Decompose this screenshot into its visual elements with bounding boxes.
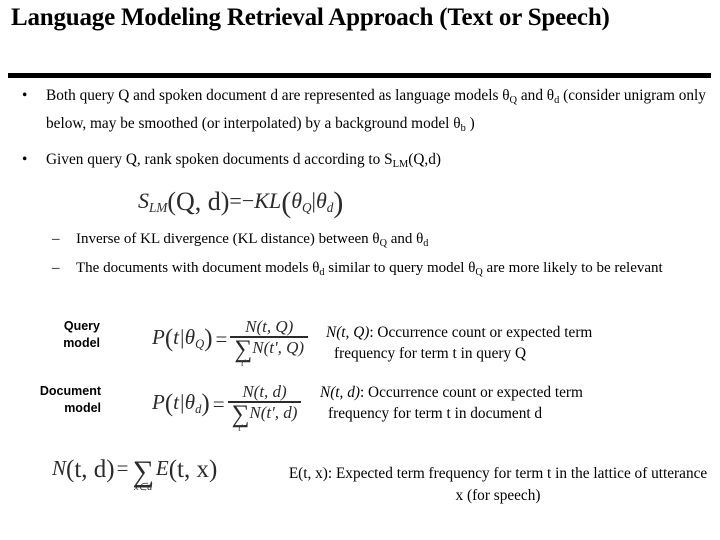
sub-bullet-list: – Inverse of KL divergence (KL distance)… xyxy=(8,228,708,286)
document-model-label-line2: model xyxy=(64,401,101,415)
list-item: • Both query Q and spoken document d are… xyxy=(8,84,708,141)
dash-marker: – xyxy=(52,231,60,247)
summation-index: t' xyxy=(238,423,243,434)
slm-subscript: LM xyxy=(392,158,409,170)
summation-index: t' xyxy=(241,358,246,369)
list-item: – Inverse of KL divergence (KL distance)… xyxy=(8,228,708,255)
list-item: • Given query Q, rank spoken documents d… xyxy=(8,148,708,176)
sub-bullet-text-1: Inverse of KL divergence (KL distance) b… xyxy=(76,231,429,249)
minus-sign: − xyxy=(241,188,255,213)
e-symbol: E xyxy=(155,456,169,480)
query-explain-line1: : Occurrence count or expected term xyxy=(369,324,593,341)
expected-count-formula: N(t, d)= ∑ x∈d E(t, x) xyxy=(52,455,218,493)
expected-term-explanation: E(t, x): Expected term frequency for ter… xyxy=(288,463,708,507)
theta-q-subscript: Q xyxy=(475,266,483,278)
dash-marker: – xyxy=(52,259,60,276)
query-explanation: N(t, Q): Occurrence count or expected te… xyxy=(326,322,716,364)
query-model-label-line1: Query xyxy=(63,319,100,333)
slm-arguments: (Q, d) xyxy=(167,187,230,216)
document-numerator: N(t, d) xyxy=(242,382,287,401)
slm-formula: SLM(Q, d)=−KL(θQ|θd) xyxy=(138,186,343,220)
theta-q-symbol: θ xyxy=(291,188,302,213)
n-arguments: (t, d) xyxy=(66,456,115,483)
bullet-marker: • xyxy=(22,87,28,104)
document-model-label-line1: Document xyxy=(39,384,101,398)
list-item: – The documents with document models θd … xyxy=(8,257,708,284)
theta-d-symbol: θ xyxy=(315,188,327,213)
n-symbol: N xyxy=(52,456,67,480)
query-explain-line2: frequency for term t in query Q xyxy=(334,345,526,362)
query-model-formula: P(t|θQ) = N(t, Q) ∑ t' N(t', Q) xyxy=(152,317,309,369)
equals-sign: = xyxy=(212,391,225,416)
close-paren: ) xyxy=(333,186,344,219)
document-model-formula: P(t|θd) = N(t, d) ∑ t' N(t', d) xyxy=(152,382,302,434)
expected-explain-line1: E(t, x): Expected term frequency for ter… xyxy=(288,465,590,482)
document-explain-line2: frequency for term t in document d xyxy=(328,405,543,422)
summation-index: x∈d xyxy=(134,481,153,493)
document-formula-lhs: P(t|θd) xyxy=(152,390,210,418)
query-formula-row: P(t|θQ) = N(t, Q) ∑ t' N(t', Q) xyxy=(152,317,309,369)
slm-symbol: S xyxy=(138,188,149,213)
document-explain-math: N(t, d) xyxy=(320,384,360,401)
document-explanation: N(t, d): Occurrence count or expected te… xyxy=(320,382,718,424)
query-explain-math: N(t, Q) xyxy=(326,324,370,341)
equals-sign: = xyxy=(116,456,129,480)
query-denominator: ∑ t' N(t', Q) xyxy=(234,336,305,369)
document-formula-row: P(t|θd) = N(t, d) ∑ t' N(t', d) xyxy=(152,382,302,434)
theta-q-subscript: Q xyxy=(379,237,387,249)
summation-icon: ∑ x∈d xyxy=(132,455,154,493)
theta-q-subscript: Q xyxy=(509,94,518,106)
query-numerator: N(t, Q) xyxy=(245,317,294,336)
kl-symbol: KL xyxy=(254,188,282,213)
theta-q-subscript: Q xyxy=(302,199,312,215)
theta-q-subscript: Q xyxy=(195,336,205,351)
open-paren: ( xyxy=(281,186,292,219)
bullet-marker: • xyxy=(22,150,28,168)
summation-icon: ∑ t' xyxy=(231,401,250,434)
slm-symbol-subscript: LM xyxy=(149,199,168,215)
document-denominator: ∑ t' N(t', d) xyxy=(231,401,298,434)
sub-bullet-text-2: The documents with document models θd si… xyxy=(76,259,663,278)
bullet-text-2: Given query Q, rank spoken documents d a… xyxy=(46,150,441,170)
page-title: Language Modeling Retrieval Approach (Te… xyxy=(11,4,610,31)
title-divider xyxy=(8,73,711,78)
query-model-label: Query model xyxy=(10,318,100,352)
e-arguments: (t, x) xyxy=(168,456,218,483)
query-fraction: N(t, Q) ∑ t' N(t', Q) xyxy=(230,317,309,369)
document-explain-line1: : Occurrence count or expected term xyxy=(359,384,583,401)
theta-d-subscript: d xyxy=(423,237,429,249)
document-model-label: Document model xyxy=(6,383,101,417)
summation-icon: ∑ t' xyxy=(234,336,253,369)
equals-sign: = xyxy=(215,326,228,351)
query-model-label-line2: model xyxy=(63,336,100,350)
document-fraction: N(t, d) ∑ t' N(t', d) xyxy=(227,382,302,434)
equals-sign: = xyxy=(229,188,242,213)
bullet-text-1: Both query Q and spoken document d are r… xyxy=(46,87,706,135)
bullet-list: • Both query Q and spoken document d are… xyxy=(8,84,708,177)
query-formula-lhs: P(t|θQ) xyxy=(152,325,213,353)
